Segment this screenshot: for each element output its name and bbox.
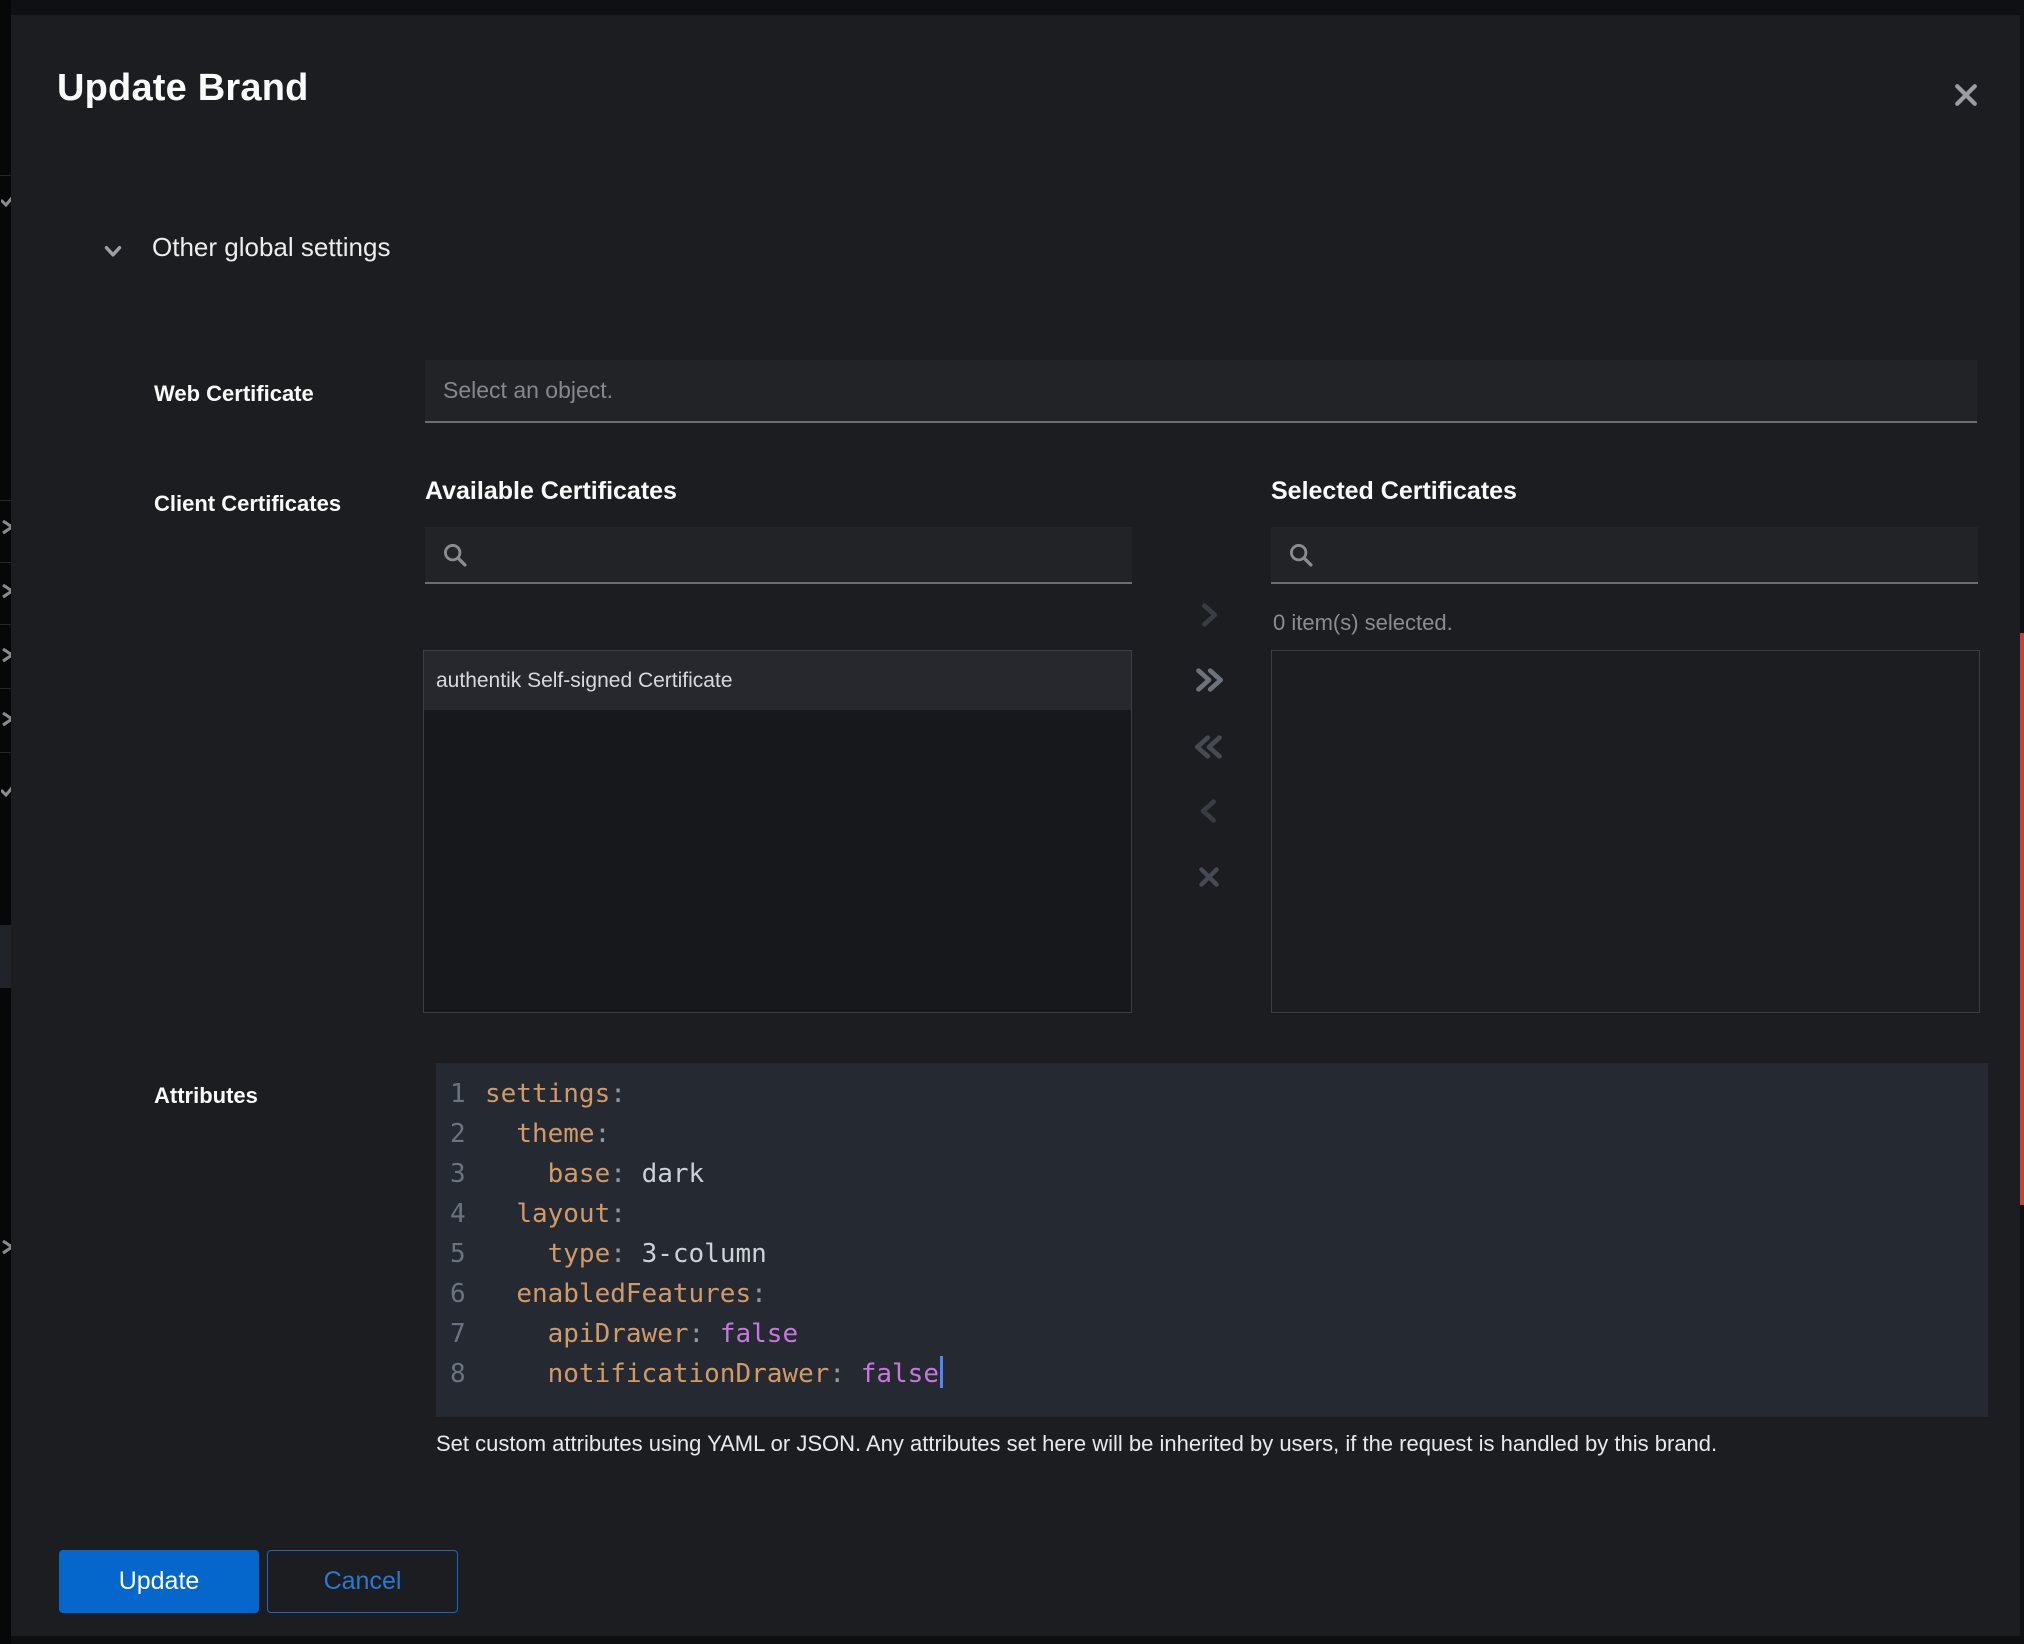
section-toggle-button[interactable] xyxy=(91,231,135,271)
selected-search-input[interactable] xyxy=(1271,527,1978,584)
attributes-code-editor[interactable]: 1settings:2 theme:3 base: dark4 layout:5… xyxy=(436,1063,1988,1417)
selected-count-status: 0 item(s) selected. xyxy=(1273,610,1453,636)
code-line: 3 base: dark xyxy=(450,1154,1988,1194)
cancel-button[interactable]: Cancel xyxy=(267,1550,458,1613)
chevron-right-icon xyxy=(1,710,11,728)
line-number: 5 xyxy=(450,1234,476,1274)
available-certificate-item[interactable]: authentik Self-signed Certificate xyxy=(424,651,1131,710)
web-certificate-label: Web Certificate xyxy=(154,381,314,407)
chevron-down-icon xyxy=(100,238,126,264)
remove-selected-button[interactable] xyxy=(1183,787,1235,835)
sidebar-divider xyxy=(0,175,11,176)
check-icon xyxy=(1,190,11,208)
double-chevron-left-icon xyxy=(1192,733,1226,761)
chevron-left-icon xyxy=(1196,797,1222,825)
code-line: 8 notificationDrawer: false xyxy=(450,1354,1988,1394)
sidebar-divider xyxy=(0,562,11,563)
sidebar-divider xyxy=(0,500,11,501)
line-number: 2 xyxy=(450,1114,476,1154)
selected-search xyxy=(1271,527,1978,584)
chevron-right-icon xyxy=(1196,601,1222,629)
chevron-right-icon xyxy=(1,1238,11,1256)
sidebar-active-item-fragment xyxy=(0,925,11,988)
code-line: 2 theme: xyxy=(450,1114,1988,1154)
close-button[interactable] xyxy=(1944,73,1988,117)
modal-title: Update Brand xyxy=(57,67,309,110)
app-screen: Update Brand Other global settings Web C… xyxy=(0,0,2024,1644)
line-number: 3 xyxy=(450,1154,476,1194)
delete-button[interactable] xyxy=(1183,853,1235,901)
check-icon xyxy=(1,780,11,798)
line-number: 7 xyxy=(450,1314,476,1354)
available-search-input[interactable] xyxy=(425,527,1132,584)
add-all-button[interactable] xyxy=(1183,656,1235,704)
line-number: 8 xyxy=(450,1354,476,1394)
remove-all-button[interactable] xyxy=(1183,723,1235,771)
web-certificate-input[interactable] xyxy=(425,360,1977,423)
sidebar-divider xyxy=(0,624,11,625)
sidebar-divider xyxy=(0,752,11,753)
update-button[interactable]: Update xyxy=(59,1550,259,1613)
line-number: 1 xyxy=(450,1074,476,1114)
code-line: 5 type: 3-column xyxy=(450,1234,1988,1274)
selected-certificates-list[interactable] xyxy=(1271,650,1980,1013)
client-certificates-label: Client Certificates xyxy=(154,491,341,517)
page-background-strip xyxy=(0,1636,2024,1644)
attributes-label: Attributes xyxy=(154,1083,258,1109)
notification-toast-edge xyxy=(2020,633,2024,1205)
attributes-help-text: Set custom attributes using YAML or JSON… xyxy=(436,1431,1936,1457)
available-certificates-list[interactable]: authentik Self-signed Certificate xyxy=(423,650,1132,1013)
available-certificates-heading: Available Certificates xyxy=(425,477,677,506)
add-selected-button[interactable] xyxy=(1183,591,1235,639)
sidebar-divider xyxy=(0,688,11,689)
background-sidebar-sliver xyxy=(0,0,11,1644)
update-brand-modal: Update Brand Other global settings Web C… xyxy=(11,15,2020,1636)
selected-certificates-heading: Selected Certificates xyxy=(1271,477,1517,506)
section-header-label: Other global settings xyxy=(152,232,390,263)
double-chevron-right-icon xyxy=(1192,666,1226,694)
close-icon xyxy=(1951,80,1981,110)
chevron-right-icon xyxy=(1,582,11,600)
chevron-right-icon xyxy=(1,646,11,664)
code-line: 1settings: xyxy=(450,1074,1988,1114)
line-number: 4 xyxy=(450,1194,476,1234)
available-search xyxy=(425,527,1132,584)
close-icon xyxy=(1196,864,1222,890)
text-cursor xyxy=(940,1356,943,1388)
line-number: 6 xyxy=(450,1274,476,1314)
code-line: 6 enabledFeatures: xyxy=(450,1274,1988,1314)
chevron-right-icon xyxy=(1,518,11,536)
code-line: 7 apiDrawer: false xyxy=(450,1314,1988,1354)
code-line: 4 layout: xyxy=(450,1194,1988,1234)
